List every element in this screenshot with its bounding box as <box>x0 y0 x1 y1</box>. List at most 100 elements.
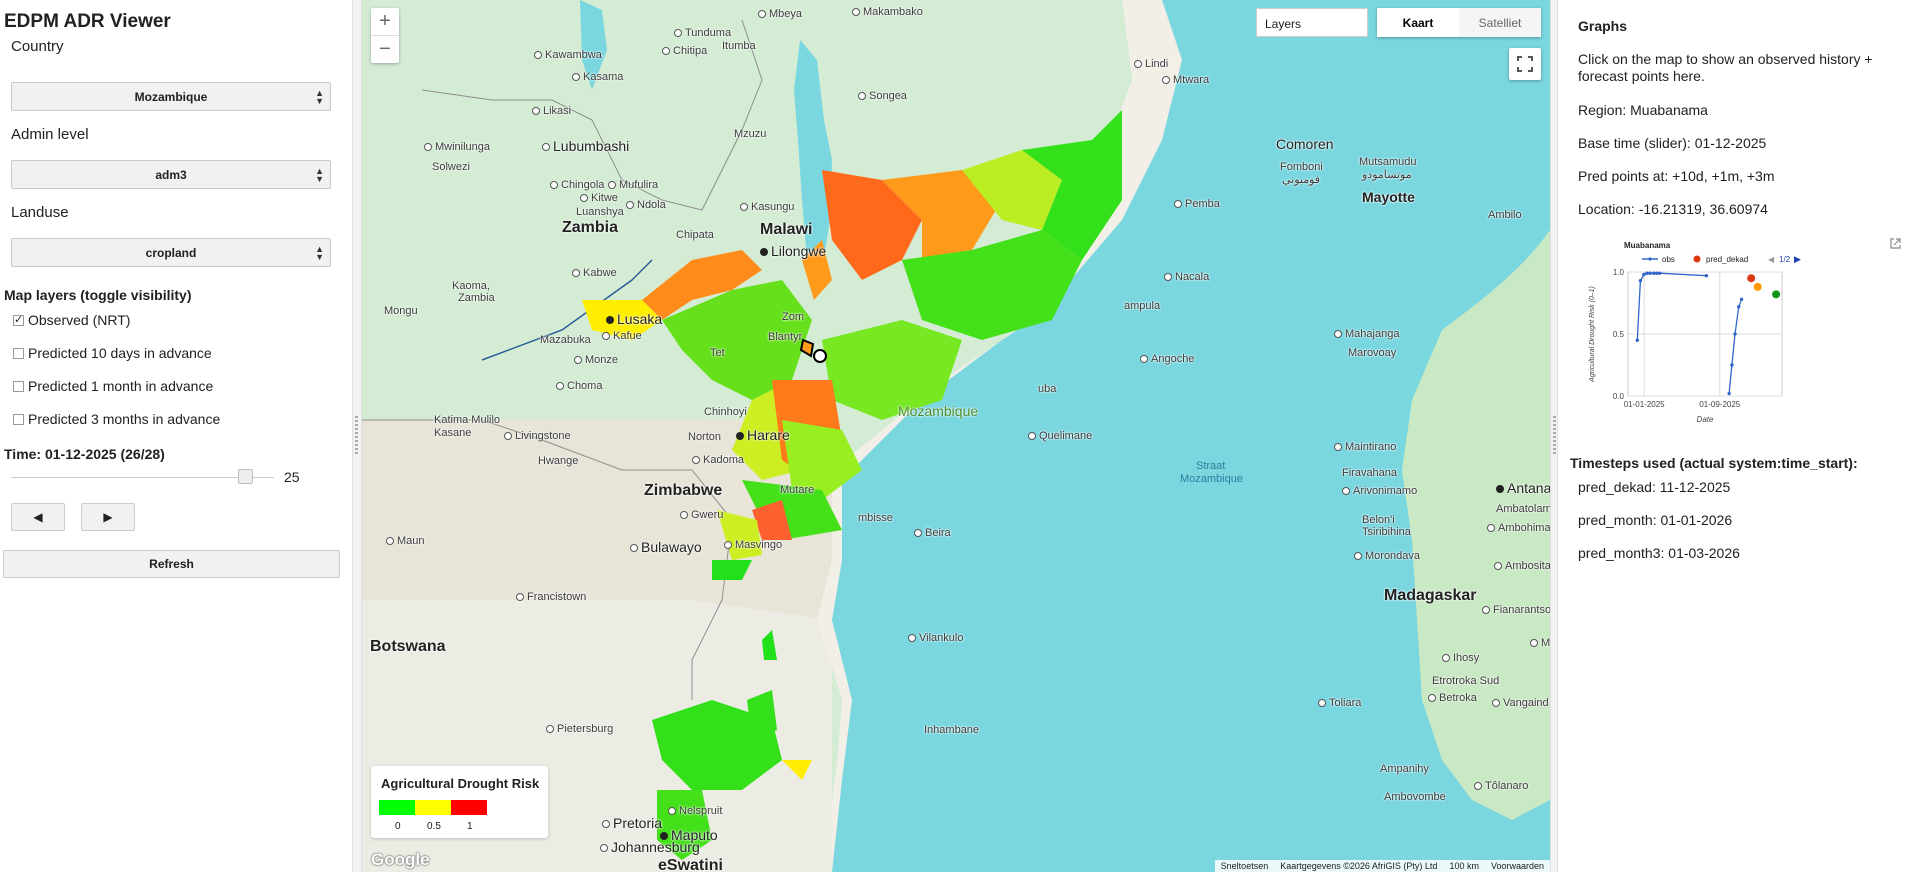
landuse-value: cropland <box>145 245 197 260</box>
map-label: Mayotte <box>1362 189 1415 205</box>
map-label: eSwatini <box>658 857 723 872</box>
open-external-icon[interactable] <box>1889 237 1902 250</box>
map-label: Vangaind <box>1492 697 1549 709</box>
legend-tick: 0 <box>395 821 401 832</box>
layers-input[interactable]: Layers <box>1256 8 1368 37</box>
select-arrows-icon: ▲ ▼ <box>315 244 324 262</box>
admin-level-label: Admin level <box>11 126 89 143</box>
country-select[interactable]: Mozambique ▲ ▼ <box>11 82 331 111</box>
map-label: Betroka <box>1428 692 1477 704</box>
y-tick-label: 0.5 <box>1613 330 1625 339</box>
map-label: Botswana <box>370 638 446 655</box>
map-view[interactable]: Mbeya Makambako Tunduma Chitipa Itumba K… <box>362 0 1550 872</box>
time-label: Time: 01-12-2025 (26/28) <box>4 446 165 462</box>
x-tick-label: 01-01-2025 <box>1624 400 1665 409</box>
map-label: Etrotroka Sud <box>1432 675 1500 687</box>
refresh-button[interactable]: Refresh <box>3 550 340 578</box>
map-label: Ambosita <box>1494 560 1550 572</box>
series-obs-point <box>1733 332 1737 336</box>
map-label: موتسامودو <box>1362 169 1412 181</box>
map-label: Mwinilunga <box>424 141 490 153</box>
map-label: Mzuzu <box>734 128 767 140</box>
map-label: Gweru <box>680 509 723 521</box>
map-label: Mongu <box>384 305 418 317</box>
landuse-select[interactable]: cropland ▲ ▼ <box>11 238 331 267</box>
series-obs-point <box>1704 274 1709 278</box>
legend-tick: 0.5 <box>427 821 441 832</box>
next-time-button[interactable]: ▶ <box>81 503 135 531</box>
map-label: Lilongwe <box>760 243 826 259</box>
zoom-in-button[interactable]: + <box>371 8 399 35</box>
series-obs-point <box>1739 297 1744 301</box>
map-label: Firavahana <box>1342 467 1398 479</box>
admin-level-value: adm3 <box>155 167 187 182</box>
x-tick-label: 01-09-2025 <box>1699 400 1740 409</box>
checkbox-icon[interactable] <box>13 413 24 425</box>
map-label: Ampanihy <box>1380 763 1429 775</box>
map-label: Ambohiman <box>1487 522 1550 534</box>
keyboard-shortcuts-link[interactable]: Sneltoetsen <box>1221 861 1269 871</box>
map-label: Straat <box>1196 460 1226 472</box>
fullscreen-button[interactable] <box>1509 48 1541 80</box>
slider-track[interactable] <box>11 477 274 478</box>
map-label: Solwezi <box>432 161 470 173</box>
map-label: ampula <box>1124 300 1161 312</box>
admin-level-select[interactable]: adm3 ▲ ▼ <box>11 160 331 189</box>
map-label: Antana <box>1496 480 1550 496</box>
map-label: Kaoma, <box>452 280 490 292</box>
zoom-out-button[interactable]: − <box>371 36 399 63</box>
map-label: Tôlanaro <box>1474 780 1528 792</box>
map-label: Mtwara <box>1162 74 1209 86</box>
checkbox-icon[interactable] <box>13 347 24 359</box>
map-label: Mazabuka <box>540 334 591 346</box>
checkbox-icon[interactable] <box>13 380 24 392</box>
pred-points-text: Pred points at: +10d, +1m, +3m <box>1578 168 1775 184</box>
zoom-control: + − <box>371 8 399 63</box>
map-label: Kasungu <box>740 201 794 213</box>
map-label: Marovoay <box>1348 347 1397 359</box>
country-label: Country <box>11 38 64 55</box>
fullscreen-icon <box>1517 56 1533 72</box>
checkbox-checked-icon[interactable]: ✓ <box>13 314 24 326</box>
series-obs-point <box>1635 338 1640 342</box>
map-label: Malawi <box>760 221 813 238</box>
legend-title: Agricultural Drought Risk <box>381 776 540 791</box>
layer-pred-3m-toggle[interactable]: Predicted 3 months in advance <box>13 411 220 427</box>
slider-thumb[interactable] <box>238 469 254 484</box>
layer-pred-10d-toggle[interactable]: Predicted 10 days in advance <box>13 345 212 361</box>
map-label: Choma <box>556 380 602 392</box>
right-splitter[interactable] <box>1550 0 1558 872</box>
map-type-satellite-button[interactable]: Satelliet <box>1459 8 1541 37</box>
map-label: Francistown <box>516 591 586 603</box>
map-label: Luanshya <box>576 206 624 218</box>
map-label: Tsiribihina <box>1362 526 1411 538</box>
map-label: Toliara <box>1318 697 1361 709</box>
x-axis-label: Date <box>1697 415 1714 424</box>
terms-link[interactable]: Voorwaarden <box>1491 861 1544 871</box>
time-slider[interactable] <box>11 469 274 484</box>
map-label: Inhambane <box>924 724 980 736</box>
timestep-pred-month3: pred_month3: 01-03-2026 <box>1578 545 1740 561</box>
map-label: Likasi <box>532 105 571 117</box>
legend-pred-dekad-label: pred_dekad <box>1706 255 1748 264</box>
layer-observed-label: Observed (NRT) <box>28 312 131 328</box>
layer-pred-1m-toggle[interactable]: Predicted 1 month in advance <box>13 378 213 394</box>
base-time-text: Base time (slider): 01-12-2025 <box>1578 135 1767 151</box>
map-label: Bulawayo <box>630 539 702 555</box>
layer-observed-toggle[interactable]: ✓ Observed (NRT) <box>13 312 130 328</box>
map-label: Hwange <box>538 455 579 467</box>
map-label: Lindi <box>1134 58 1168 70</box>
scale-bar[interactable]: 100 km <box>1449 861 1479 871</box>
legend-swatch-high <box>451 800 487 815</box>
map-label: Pretoria <box>602 815 662 831</box>
series-obs-point <box>1727 391 1731 396</box>
slider-value: 25 <box>284 469 300 485</box>
prev-time-button[interactable]: ◀ <box>11 503 65 531</box>
location-text: Location: -16.21319, 36.60974 <box>1578 201 1768 217</box>
splitter-grip-icon <box>355 416 358 456</box>
left-splitter[interactable] <box>352 0 362 872</box>
series-obs-point <box>1658 271 1662 275</box>
legend-tick: 1 <box>467 821 473 832</box>
map-label: Angoche <box>1140 353 1194 365</box>
map-type-map-button[interactable]: Kaart <box>1377 8 1459 37</box>
